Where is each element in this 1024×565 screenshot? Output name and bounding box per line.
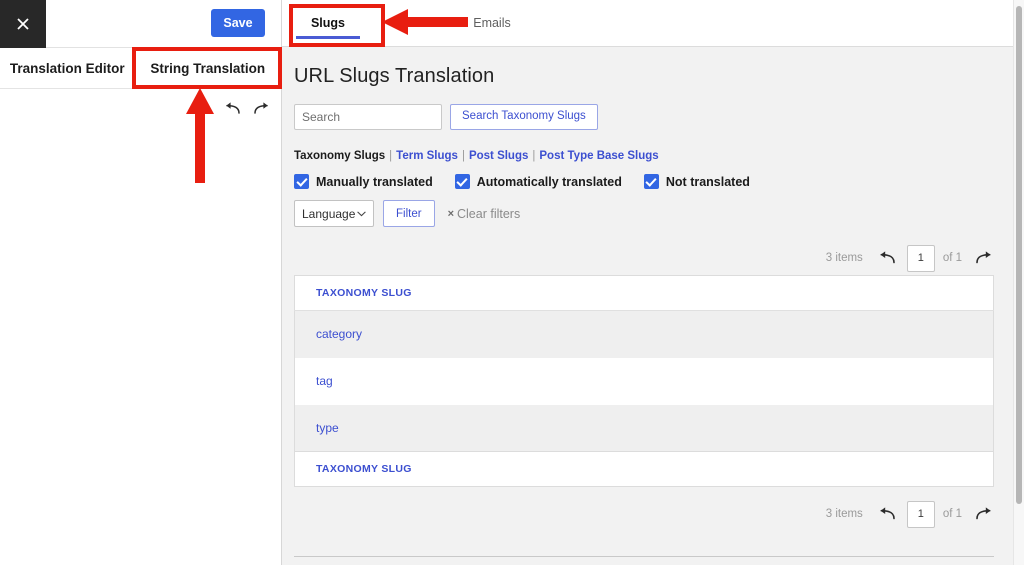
slug-cell-tag[interactable]: tag <box>294 357 994 405</box>
language-dropdown-label: Language <box>302 206 356 221</box>
tab-translation-editor[interactable]: Translation Editor <box>0 48 135 88</box>
translation-status-filters: Manually translated Automatically transl… <box>294 174 994 189</box>
string-translation-tabbar: Slugs Gettext Emails <box>282 0 1024 47</box>
close-button[interactable] <box>0 0 46 48</box>
page-title: URL Slugs Translation <box>294 65 495 87</box>
checkbox-not-translated-label: Not translated <box>665 174 750 189</box>
search-input[interactable] <box>294 104 442 130</box>
arrow-right-icon <box>975 507 990 520</box>
left-panel-tabs: Translation Editor String Translation <box>0 48 281 89</box>
tab-gettext-label: Gettext <box>391 15 433 30</box>
table-footer-row: TAXONOMY SLUG <box>294 451 994 487</box>
arrow-left-icon <box>880 251 896 264</box>
undo-button[interactable] <box>222 98 244 120</box>
table-header-row: TAXONOMY SLUG <box>294 275 994 311</box>
pagination-top-of-label: of 1 <box>942 252 962 264</box>
search-taxonomy-slugs-button[interactable]: Search Taxonomy Slugs <box>450 104 598 130</box>
checkbox-manually-translated[interactable]: Manually translated <box>294 174 433 189</box>
translation-editor-panel: Save Translation Editor String Translati… <box>0 0 282 565</box>
string-translation-panel: Slugs Gettext Emails URL Slugs Translati… <box>282 0 1024 565</box>
pagination-bottom-items-count: 3 items <box>825 508 863 520</box>
pagination-top: 3 items 1 of 1 <box>294 241 994 275</box>
pagination-top-items-count: 3 items <box>825 252 863 264</box>
language-dropdown[interactable]: Language <box>294 200 374 227</box>
save-button[interactable]: Save <box>211 9 265 37</box>
checkmark-icon <box>294 174 309 189</box>
subnav-separator: | <box>461 150 465 162</box>
arrow-right-icon <box>975 251 990 264</box>
close-x-icon <box>17 18 29 30</box>
column-header-taxonomy-slug[interactable]: TAXONOMY SLUG <box>294 275 994 311</box>
vertical-scrollbar-track[interactable] <box>1013 0 1024 565</box>
table-foot: TAXONOMY SLUG <box>294 451 994 487</box>
checkbox-automatically-translated-label: Automatically translated <box>476 174 622 189</box>
checkmark-icon <box>643 174 659 189</box>
pagination-top-next-button[interactable] <box>972 247 994 269</box>
subnav-item-taxonomy-slugs[interactable]: Taxonomy Slugs <box>294 150 385 162</box>
tab-emails-label: Emails <box>473 15 511 30</box>
tab-emails[interactable]: Emails <box>462 0 522 46</box>
checkbox-not-translated[interactable]: Not translated <box>643 174 750 189</box>
pagination-bottom-prev-button[interactable] <box>877 503 899 525</box>
subnav-item-post-slugs[interactable]: Post Slugs <box>469 150 528 162</box>
redo-arrow-icon <box>254 102 268 114</box>
pagination-bottom-of-label: of 1 <box>942 508 962 520</box>
filter-controls: Language Filter × Clear filters <box>294 200 994 227</box>
tab-string-translation[interactable]: String Translation <box>135 48 281 88</box>
app-root: Save Translation Editor String Translati… <box>0 0 1024 565</box>
tab-string-translation-label: String Translation <box>150 60 266 76</box>
tab-slugs-label: Slugs <box>310 15 346 30</box>
tab-slugs[interactable]: Slugs <box>296 0 360 46</box>
pagination-bottom: 3 items 1 of 1 <box>294 497 994 531</box>
slugs-content: URL Slugs Translation Search Taxonomy Sl… <box>282 47 1024 565</box>
tab-gettext[interactable]: Gettext <box>380 0 444 46</box>
table-head: TAXONOMY SLUG <box>294 275 994 311</box>
slug-type-subnav: Taxonomy Slugs | Term Slugs | Post Slugs… <box>294 150 994 162</box>
arrow-left-icon <box>880 507 896 520</box>
pagination-top-page-value: 1 <box>917 252 924 264</box>
subnav-separator: | <box>389 150 393 162</box>
left-panel-toolbar <box>0 89 281 129</box>
column-footer-taxonomy-slug[interactable]: TAXONOMY SLUG <box>294 451 994 487</box>
checkbox-automatically-translated[interactable]: Automatically translated <box>454 174 622 189</box>
slug-cell-type[interactable]: type <box>294 404 994 452</box>
redo-button[interactable] <box>250 98 272 120</box>
pagination-top-page-input[interactable]: 1 <box>906 244 935 272</box>
table-row[interactable]: type <box>294 404 994 452</box>
checkmark-icon <box>454 174 470 189</box>
subnav-separator: | <box>532 150 536 162</box>
table-row[interactable]: category <box>294 310 994 358</box>
table-body: category tag type <box>294 310 994 452</box>
slug-cell-category[interactable]: category <box>294 310 994 358</box>
clear-filters-button[interactable]: × Clear filters <box>448 207 521 221</box>
table-row[interactable]: tag <box>294 357 994 405</box>
pagination-bottom-page-value: 1 <box>917 508 924 520</box>
filter-button[interactable]: Filter <box>383 200 435 227</box>
clear-filters-x-icon: × <box>447 207 454 220</box>
pagination-top-prev-button[interactable] <box>877 247 899 269</box>
clear-filters-label: Clear filters <box>457 206 521 221</box>
taxonomy-slug-table: TAXONOMY SLUG category tag type TAXONOMY… <box>294 275 994 487</box>
chevron-down-icon <box>357 211 366 216</box>
pagination-bottom-page-input[interactable]: 1 <box>906 500 935 528</box>
search-row: Search Taxonomy Slugs <box>294 104 994 130</box>
subnav-item-post-type-base-slugs[interactable]: Post Type Base Slugs <box>539 150 658 162</box>
tab-translation-editor-label: Translation Editor <box>9 60 125 76</box>
subnav-item-term-slugs[interactable]: Term Slugs <box>396 150 458 162</box>
vertical-scrollbar-thumb[interactable] <box>1016 6 1022 504</box>
bottom-divider <box>294 556 994 557</box>
undo-arrow-icon <box>226 102 240 114</box>
left-panel-topbar: Save <box>0 0 281 48</box>
pagination-bottom-next-button[interactable] <box>972 503 994 525</box>
checkbox-manually-translated-label: Manually translated <box>316 174 433 189</box>
